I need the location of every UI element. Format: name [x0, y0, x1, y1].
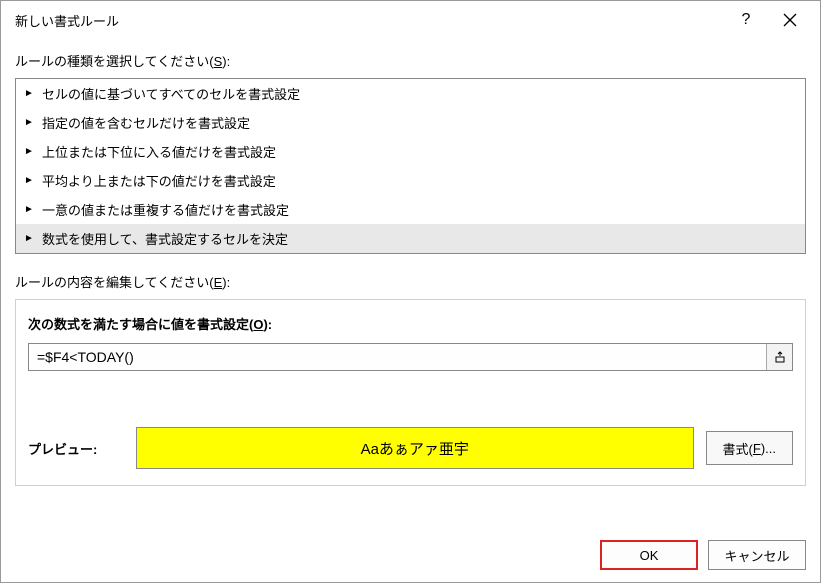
arrow-right-icon: ►	[22, 146, 36, 157]
rule-type-item[interactable]: ► 数式を使用して、書式設定するセルを決定	[16, 224, 805, 253]
arrow-right-icon: ►	[22, 233, 36, 244]
rule-edit-label: ルールの内容を編集してください(E):	[15, 272, 806, 291]
formula-input-row	[28, 343, 793, 371]
cancel-button[interactable]: キャンセル	[708, 540, 806, 570]
rule-type-list[interactable]: ► セルの値に基づいてすべてのセルを書式設定 ► 指定の値を含むセルだけを書式設定 ► 上…	[15, 78, 806, 254]
rule-type-item[interactable]: ► 指定の値を含むセルだけを書式設定	[16, 108, 805, 137]
rule-type-item[interactable]: ► 上位または下位に入る値だけを書式設定	[16, 137, 805, 166]
formula-label: 次の数式を満たす場合に値を書式設定(O):	[28, 314, 793, 333]
preview-label: プレビュー:	[28, 439, 124, 458]
range-selector-icon	[774, 351, 786, 363]
window-title: 新しい書式ルール	[15, 11, 724, 30]
dialog-buttons: OK キャンセル	[600, 540, 806, 570]
formula-section: 次の数式を満たす場合に値を書式設定(O): プレビュー: Aaあぁアァ亜宇 書式…	[15, 299, 806, 486]
rule-type-item-label: 一意の値または重複する値だけを書式設定	[42, 200, 289, 219]
rule-type-item-label: セルの値に基づいてすべてのセルを書式設定	[42, 84, 300, 103]
formula-input[interactable]	[29, 344, 766, 370]
close-button[interactable]	[768, 5, 812, 35]
format-button[interactable]: 書式(F)...	[706, 431, 793, 465]
range-selector-button[interactable]	[766, 344, 792, 370]
preview-row: プレビュー: Aaあぁアァ亜宇 書式(F)...	[28, 427, 793, 469]
rule-type-item-label: 指定の値を含むセルだけを書式設定	[42, 113, 250, 132]
rule-type-item-label: 上位または下位に入る値だけを書式設定	[42, 142, 276, 161]
help-button[interactable]: ?	[724, 5, 768, 35]
close-icon	[783, 13, 797, 27]
ok-button[interactable]: OK	[600, 540, 698, 570]
arrow-right-icon: ►	[22, 175, 36, 186]
rule-type-item[interactable]: ► セルの値に基づいてすべてのセルを書式設定	[16, 79, 805, 108]
arrow-right-icon: ►	[22, 204, 36, 215]
rule-type-item-label: 数式を使用して、書式設定するセルを決定	[42, 229, 288, 248]
arrow-right-icon: ►	[22, 117, 36, 128]
rule-type-item[interactable]: ► 一意の値または重複する値だけを書式設定	[16, 195, 805, 224]
titlebar: 新しい書式ルール ?	[1, 1, 820, 39]
rule-type-item[interactable]: ► 平均より上または下の値だけを書式設定	[16, 166, 805, 195]
rule-type-item-label: 平均より上または下の値だけを書式設定	[42, 171, 276, 190]
rule-type-label: ルールの種類を選択してください(S):	[15, 51, 806, 70]
arrow-right-icon: ►	[22, 88, 36, 99]
preview-box: Aaあぁアァ亜宇	[136, 427, 694, 469]
